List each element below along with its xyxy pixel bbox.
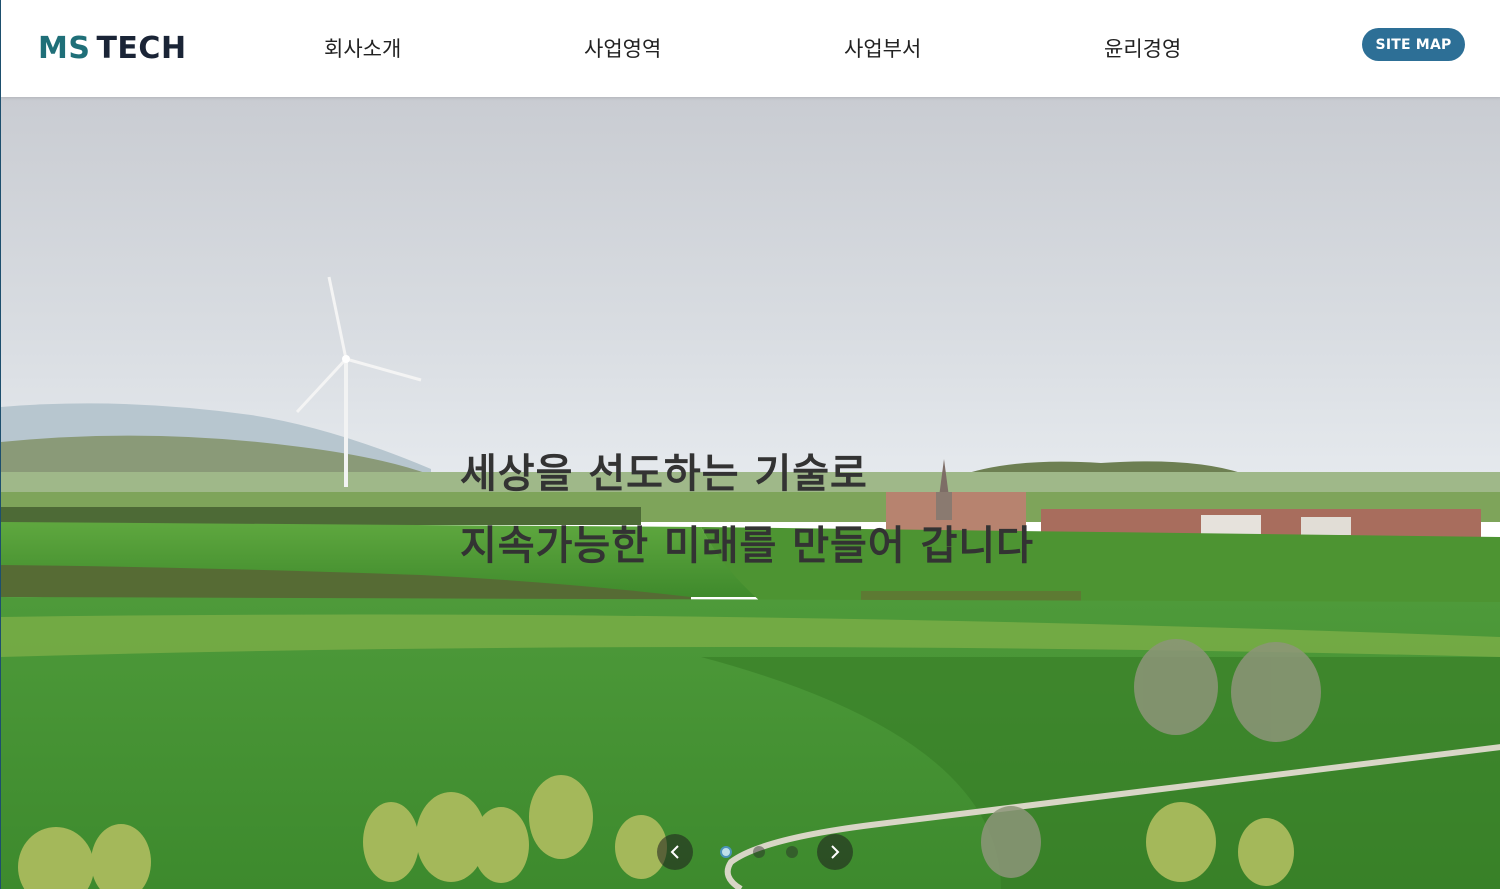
slider-dot-2[interactable] [753,846,765,858]
hero-headline: 세상을 선도하는 기술로 지속가능한 미래를 만들어 갑니다 [460,438,1034,582]
slider-dot-1[interactable] [720,846,732,858]
nav-item-company[interactable]: 회사소개 [324,33,401,63]
slider-prev-button[interactable] [657,834,693,870]
nav-item-business-dept[interactable]: 사업부서 [844,33,921,63]
nav-item-business-area[interactable]: 사업영역 [584,33,661,63]
page: MS TECH 회사소개 사업영역 사업부서 윤리경영 SITE MAP 세상을… [0,0,1500,889]
nav-item-ethics[interactable]: 윤리경영 [1104,33,1181,63]
slider-next-button[interactable] [817,834,853,870]
headline-line-1: 세상을 선도하는 기술로 [460,451,868,497]
sitemap-button[interactable]: SITE MAP [1362,28,1465,61]
main-nav: 회사소개 사업영역 사업부서 윤리경영 [1,33,1500,63]
headline-line-2: 지속가능한 미래를 만들어 갑니다 [460,523,1034,569]
chevron-left-icon [670,845,679,859]
site-header: MS TECH 회사소개 사업영역 사업부서 윤리경영 SITE MAP [1,0,1500,97]
hero-slider: 세상을 선도하는 기술로 지속가능한 미래를 만들어 갑니다 [1,97,1500,889]
chevron-right-icon [831,845,840,859]
slider-dot-3[interactable] [786,846,798,858]
